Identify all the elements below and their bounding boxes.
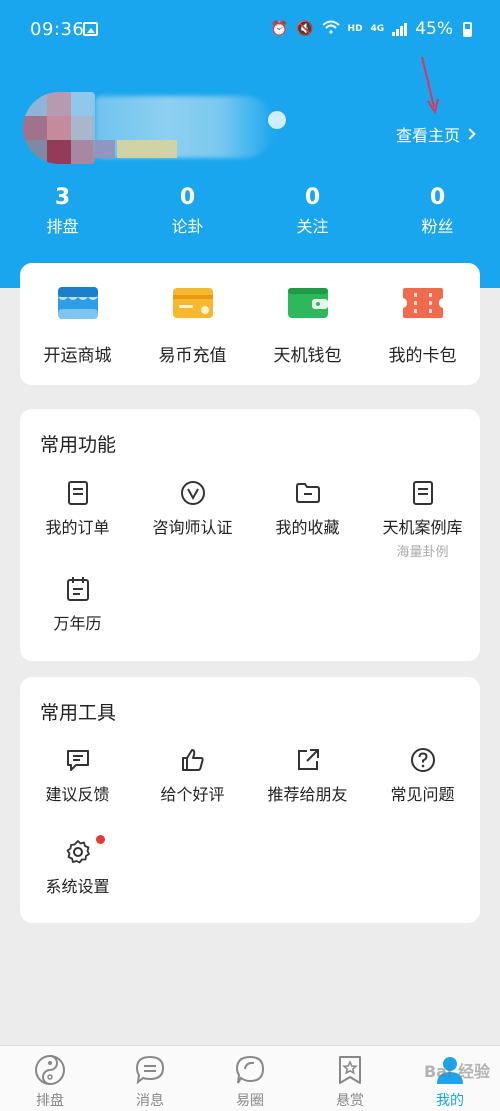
- function-item-orders[interactable]: 我的订单: [20, 480, 135, 538]
- tool-label: 建议反馈: [45, 785, 110, 804]
- nav-item-yiquan[interactable]: 易圈: [200, 1046, 300, 1111]
- ticket-icon: [401, 285, 445, 321]
- tool-item-rate[interactable]: 给个好评: [135, 747, 250, 805]
- nav-label: 消息: [136, 1093, 164, 1109]
- tool-label: 常见问题: [390, 785, 455, 804]
- section-title-functions: 常用功能: [40, 434, 117, 456]
- nav-label: 易圈: [236, 1093, 264, 1109]
- message-icon: [134, 1054, 166, 1086]
- thumbs-up-icon: [180, 747, 206, 773]
- battery-percent: 45%: [415, 19, 453, 39]
- network-gen-label: 4G: [370, 24, 385, 34]
- folder-icon: [295, 480, 321, 506]
- username-pixelated-block: [95, 140, 115, 158]
- calendar-icon: [65, 576, 91, 602]
- function-label: 我的订单: [45, 518, 110, 537]
- shop-icon: [56, 285, 100, 321]
- avatar[interactable]: [23, 92, 95, 164]
- functions-card: 常用功能 我的订单 咨询师认证 我的收藏 天机案例库 海量卦例 万年历: [20, 409, 480, 661]
- mute-icon: 🔇: [296, 21, 314, 37]
- function-label: 我的收藏: [275, 518, 340, 537]
- wallet-label: 易币充值: [158, 346, 227, 366]
- stat-value: 0: [429, 185, 446, 210]
- stat-value: 3: [54, 185, 71, 210]
- wallet-icon: [286, 285, 330, 321]
- nav-label: 排盘: [36, 1093, 64, 1109]
- nav-label: 悬赏: [336, 1093, 364, 1109]
- wallet-item-recharge[interactable]: 易币充值: [135, 263, 250, 385]
- nav-item-messages[interactable]: 消息: [100, 1046, 200, 1111]
- stat-value: 0: [304, 185, 321, 210]
- wifi-icon: [321, 20, 340, 38]
- alarm-icon: ⏰: [270, 21, 289, 37]
- status-icons: ⏰ 🔇 HD 4G 45%: [271, 19, 472, 39]
- tool-item-settings[interactable]: 系统设置: [20, 835, 135, 897]
- share-icon: [295, 747, 321, 773]
- wallet-item-cards[interactable]: 我的卡包: [365, 263, 480, 385]
- battery-icon: [463, 21, 472, 37]
- stat-lungua[interactable]: 0 论卦: [125, 183, 250, 240]
- username-pixelated-block-2: [117, 140, 177, 158]
- stat-label: 论卦: [171, 217, 204, 236]
- function-label: 咨询师认证: [152, 518, 233, 537]
- yin-yang-icon: [34, 1054, 66, 1086]
- status-bar: 09:36 ⏰ 🔇 HD 4G 45%: [0, 0, 500, 60]
- stat-paipan[interactable]: 3 排盘: [0, 183, 125, 240]
- view-homepage-link[interactable]: 查看主页: [395, 122, 476, 146]
- stat-following[interactable]: 0 关注: [250, 183, 375, 240]
- wallet-card: 开运商城 易币充值 天机钱包 我的卡包: [20, 263, 480, 385]
- function-label: 天机案例库: [382, 518, 463, 537]
- circle-icon: [234, 1054, 266, 1086]
- stat-label: 粉丝: [421, 217, 454, 236]
- view-homepage-label: 查看主页: [395, 126, 460, 145]
- order-icon: [65, 480, 91, 506]
- stat-followers[interactable]: 0 粉丝: [375, 183, 500, 240]
- tools-card: 常用工具 建议反馈 给个好评 推荐给朋友 常见问题 系统设置: [20, 677, 480, 923]
- stat-label: 排盘: [46, 217, 79, 236]
- tool-item-share[interactable]: 推荐给朋友: [250, 747, 365, 805]
- tool-item-faq[interactable]: 常见问题: [365, 747, 480, 805]
- wallet-label: 开运商城: [43, 346, 112, 366]
- section-title-tools: 常用工具: [40, 702, 117, 724]
- help-icon: [410, 747, 436, 773]
- function-item-certify[interactable]: 咨询师认证: [135, 480, 250, 538]
- function-item-case-library[interactable]: 天机案例库 海量卦例: [365, 480, 480, 560]
- level-badge-icon: [268, 111, 286, 129]
- function-item-calendar[interactable]: 万年历: [20, 576, 135, 634]
- function-sublabel: 海量卦例: [396, 545, 449, 560]
- feedback-icon: [65, 747, 91, 773]
- stat-value: 0: [179, 185, 196, 210]
- nav-label: 我的: [436, 1093, 464, 1109]
- signal-icon: [392, 22, 408, 36]
- function-item-favorites[interactable]: 我的收藏: [250, 480, 365, 538]
- nav-item-bounty[interactable]: 悬赏: [300, 1046, 400, 1111]
- annotation-arrow-icon: [421, 56, 439, 115]
- status-time: 09:36: [30, 19, 85, 40]
- case-library-icon: [410, 480, 436, 506]
- wallet-label: 天机钱包: [273, 346, 342, 366]
- certify-icon: [180, 480, 206, 506]
- chevron-right-icon: [464, 128, 476, 140]
- watermark: Bai 经验: [423, 1062, 490, 1081]
- wallet-item-wallet[interactable]: 天机钱包: [250, 263, 365, 385]
- tool-item-feedback[interactable]: 建议反馈: [20, 747, 135, 805]
- wallet-item-shop[interactable]: 开运商城: [20, 263, 135, 385]
- gear-icon: [65, 835, 105, 865]
- tool-label: 给个好评: [160, 785, 225, 804]
- tool-label: 推荐给朋友: [267, 785, 348, 804]
- image-notification-icon: [83, 22, 98, 36]
- function-label: 万年历: [53, 614, 102, 633]
- stat-label: 关注: [296, 217, 329, 236]
- star-badge-icon: [334, 1054, 366, 1086]
- wallet-label: 我的卡包: [388, 346, 457, 366]
- profile-stats: 3 排盘 0 论卦 0 关注 0 粉丝: [0, 183, 500, 240]
- recharge-card-icon: [171, 285, 215, 321]
- hd-label: HD: [347, 24, 363, 34]
- tool-label: 系统设置: [45, 877, 110, 896]
- nav-item-paipan[interactable]: 排盘: [0, 1046, 100, 1111]
- notification-dot: [95, 835, 105, 844]
